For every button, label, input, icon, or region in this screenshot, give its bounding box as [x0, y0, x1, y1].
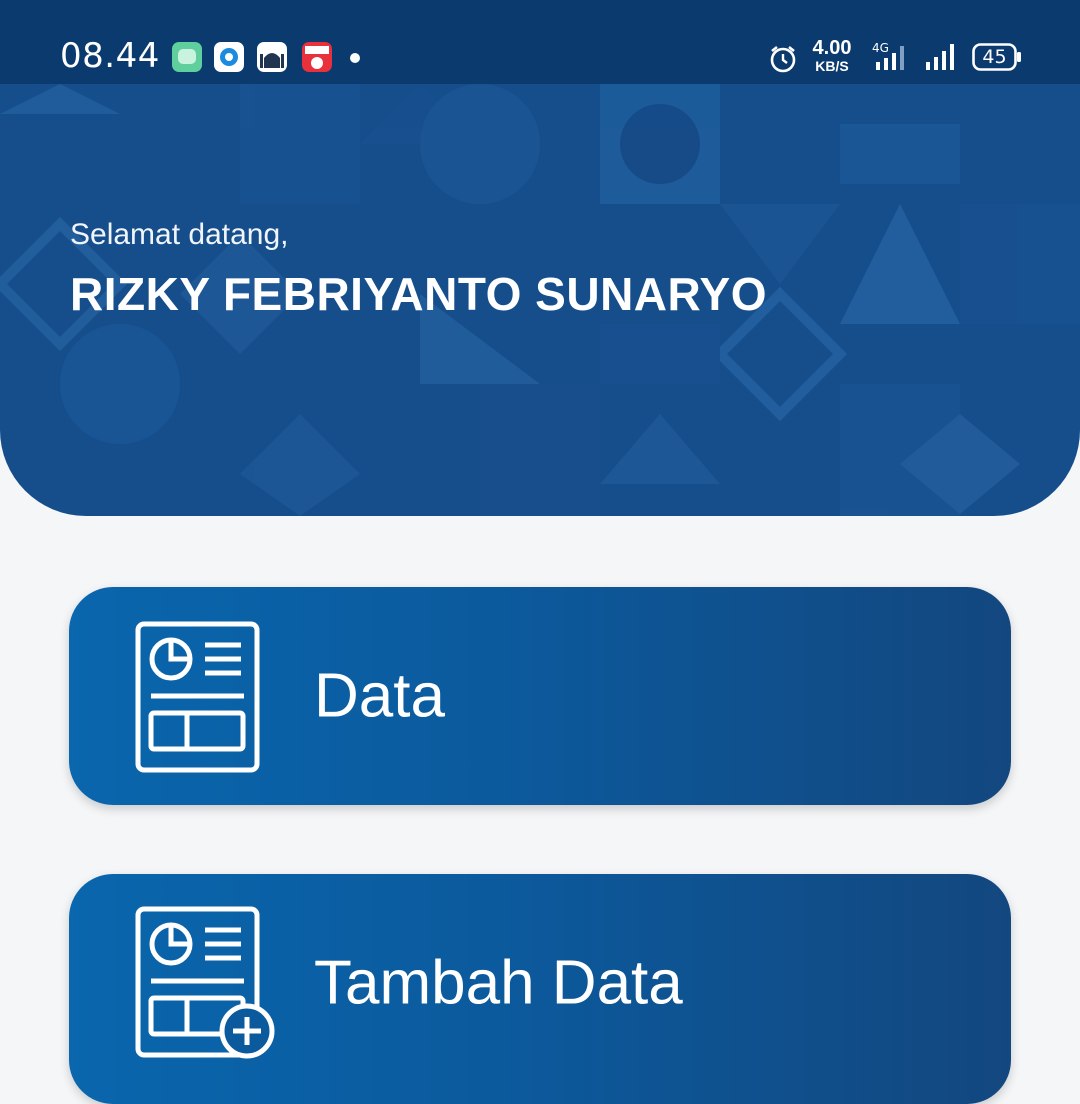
status-time: 08.44 — [60, 36, 160, 76]
net-speed: 4.00 KB/S — [812, 37, 852, 74]
data-button[interactable]: Data — [69, 587, 1011, 805]
greeting-text: Selamat datang, — [70, 218, 289, 251]
battery-level: 45 — [982, 46, 1007, 68]
user-name: RIZKY FEBRIYANTO SUNARYO — [70, 268, 767, 320]
signal-icon — [924, 42, 960, 77]
add-data-label: Tambah Data — [314, 948, 683, 1018]
notification-dot — [350, 53, 360, 63]
report-add-icon — [135, 906, 285, 1071]
mosque-app-icon — [257, 42, 287, 72]
data-label: Data — [314, 661, 445, 731]
calendar-app-icon — [302, 42, 332, 72]
chat-app-icon — [172, 42, 202, 72]
alarm-icon — [768, 44, 798, 79]
battery-icon: 45 — [972, 43, 1022, 71]
add-data-button[interactable]: Tambah Data — [69, 874, 1011, 1104]
report-icon — [135, 621, 260, 778]
signal-4g-icon: 4G — [866, 40, 912, 77]
welcome-header: Selamat datang, RIZKY FEBRIYANTO SUNARYO — [0, 84, 1080, 516]
network-type: 4G — [872, 41, 889, 55]
circle-app-icon — [214, 42, 244, 72]
status-bar: 08.44 4.00 KB/S 4G 45 — [0, 0, 1080, 84]
